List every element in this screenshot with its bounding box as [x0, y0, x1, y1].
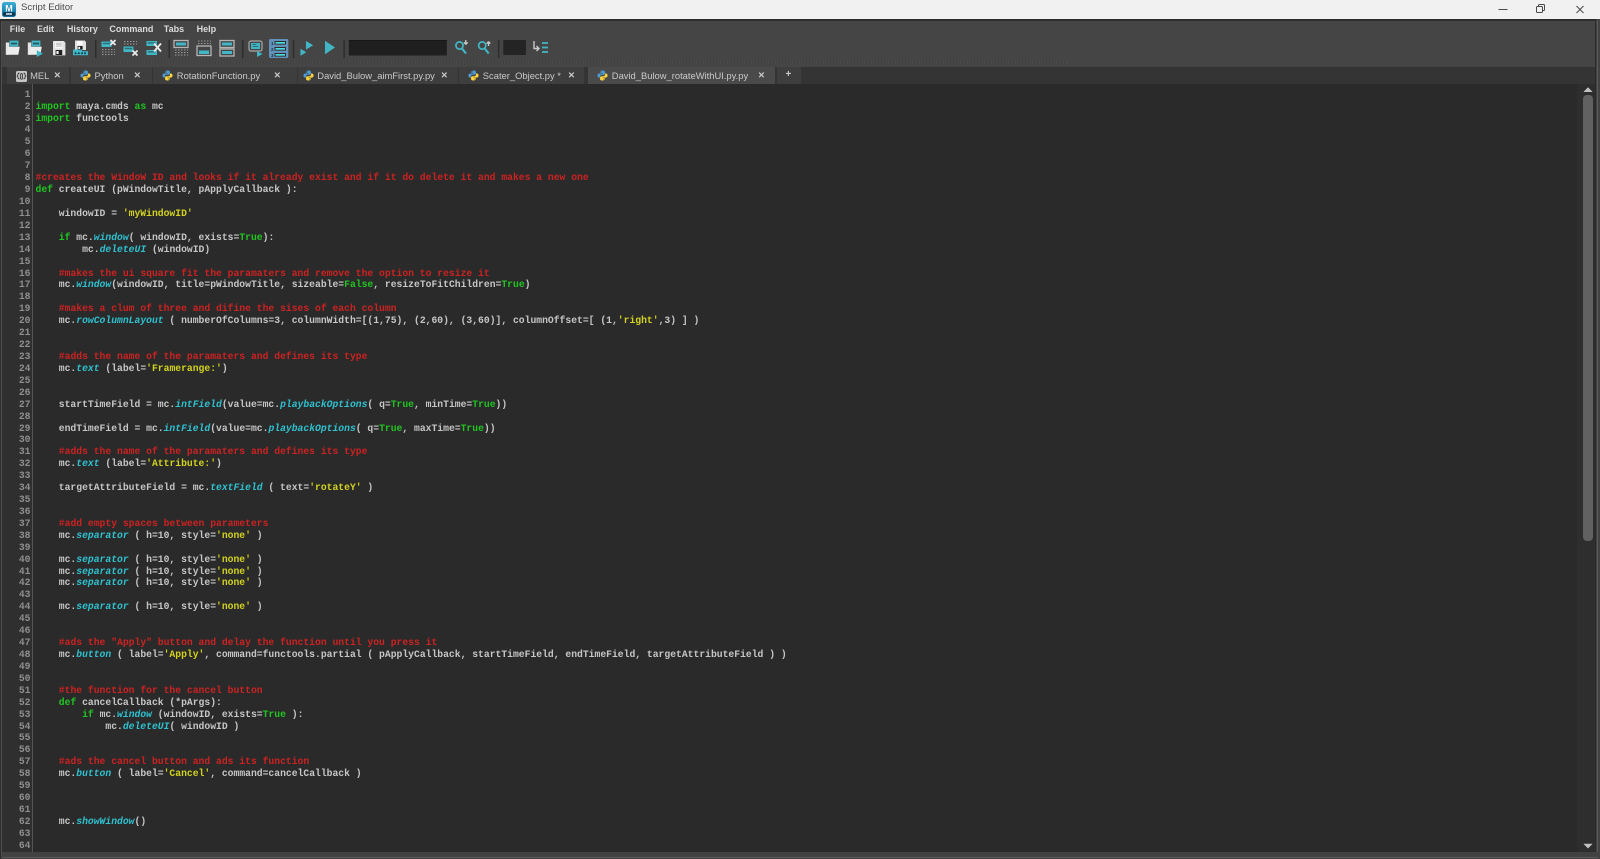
svg-text:M: M: [5, 3, 13, 13]
